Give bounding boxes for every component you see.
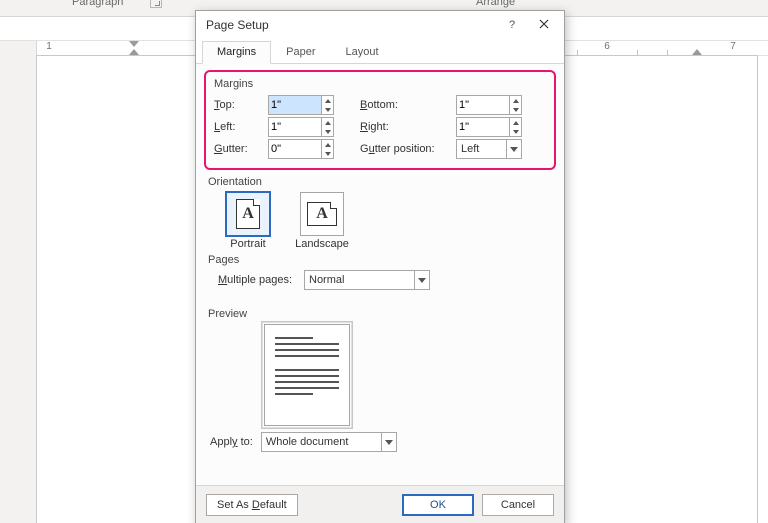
top-margin-label-text: op: <box>220 99 235 111</box>
set-as-default-button[interactable]: Set As Default <box>206 494 298 516</box>
ruler-number: 6 <box>604 41 610 52</box>
bottom-margin-label-text: ottom: <box>367 99 398 111</box>
orientation-landscape-label: Landscape <box>292 238 352 250</box>
page-setup-dialog: Page Setup ? Margins Paper Layout Margin… <box>195 10 565 523</box>
spin-down-icon[interactable] <box>510 105 521 114</box>
ribbon-group-arrange-label: Arrange <box>476 0 515 8</box>
multiple-pages-combo[interactable]: Normal <box>304 270 430 290</box>
apply-to-label: Apply to: <box>210 436 253 448</box>
orientation-portrait-icon: A <box>226 192 270 236</box>
right-margin-spinner[interactable] <box>456 117 522 137</box>
apply-to-label-text: to: <box>238 436 253 448</box>
spin-down-icon[interactable] <box>322 127 333 136</box>
gutter-position-combo[interactable]: Left <box>456 139 522 159</box>
gutter-margin-label-text: utter: <box>223 143 248 155</box>
apply-to-combo[interactable]: Whole document <box>261 432 397 452</box>
dialog-footer: Set As Default OK Cancel <box>196 485 564 523</box>
preview-page-icon <box>264 324 350 426</box>
right-margin-label: Right: <box>360 121 456 133</box>
tab-paper-label: Paper <box>286 46 315 58</box>
top-margin-label: Top: <box>214 99 268 111</box>
help-button[interactable]: ? <box>498 14 526 36</box>
tab-layout-label: Layout <box>345 46 378 58</box>
orientation-portrait-button[interactable]: A Portrait <box>218 192 278 250</box>
left-margin-label-text: eft: <box>220 121 235 133</box>
margins-group: Margins Top: Bottom: Left: <box>214 78 546 160</box>
multiple-pages-label-text: ultiple pages: <box>227 274 292 286</box>
spin-up-icon[interactable] <box>510 96 521 105</box>
ruler-number: 1 <box>46 41 52 52</box>
multiple-pages-label: Multiple pages: <box>218 274 292 286</box>
bottom-margin-input[interactable] <box>457 96 509 114</box>
chevron-down-icon[interactable] <box>414 271 429 289</box>
tab-layout[interactable]: Layout <box>330 41 393 64</box>
spin-up-icon[interactable] <box>322 140 333 149</box>
spin-up-icon[interactable] <box>322 96 333 105</box>
preview-legend: Preview <box>208 308 552 320</box>
top-margin-input[interactable] <box>269 96 321 114</box>
gutter-margin-label: Gutter: <box>214 143 268 155</box>
right-margin-label-text: ight: <box>368 121 389 133</box>
chevron-down-icon[interactable] <box>506 140 521 158</box>
dialog-titlebar[interactable]: Page Setup ? <box>196 11 564 39</box>
cancel-button-label: Cancel <box>501 499 535 511</box>
bottom-margin-label: Bottom: <box>360 99 456 111</box>
margins-highlight-frame: Margins Top: Bottom: Left: <box>204 70 556 170</box>
close-button[interactable] <box>530 14 558 36</box>
cancel-button[interactable]: Cancel <box>482 494 554 516</box>
spin-down-icon[interactable] <box>510 127 521 136</box>
paragraph-dialog-launcher-icon[interactable] <box>150 0 162 8</box>
apply-to-value: Whole document <box>262 436 381 448</box>
help-icon: ? <box>509 19 515 31</box>
gutter-margin-spinner[interactable] <box>268 139 334 159</box>
orientation-portrait-label: Portrait <box>218 238 278 250</box>
spin-up-icon[interactable] <box>510 118 521 127</box>
chevron-down-icon[interactable] <box>381 433 396 451</box>
left-margin-label: Left: <box>214 121 268 133</box>
first-line-indent-marker-icon[interactable] <box>129 41 139 47</box>
set-as-default-label: Set As Default <box>217 499 287 511</box>
ok-button[interactable]: OK <box>402 494 474 516</box>
left-margin-spinner[interactable] <box>268 117 334 137</box>
margins-legend: Margins <box>214 78 253 90</box>
ruler-number: 7 <box>730 41 736 52</box>
pages-legend: Pages <box>208 254 552 266</box>
vertical-ruler-gutter <box>0 55 36 523</box>
gutter-position-label-text: tter position: <box>375 143 435 155</box>
close-icon <box>539 19 549 32</box>
ruler-gutter <box>0 41 37 55</box>
gutter-position-value: Left <box>457 143 506 155</box>
ribbon-group-paragraph-label: Paragraph <box>72 0 123 8</box>
ok-button-label: OK <box>430 499 446 511</box>
right-margin-input[interactable] <box>457 118 509 136</box>
tab-margins-label: Margins <box>217 46 256 58</box>
tab-margins[interactable]: Margins <box>202 41 271 64</box>
dialog-tabstrip: Margins Paper Layout <box>196 39 564 64</box>
spin-up-icon[interactable] <box>322 118 333 127</box>
dialog-title: Page Setup <box>206 18 498 32</box>
multiple-pages-value: Normal <box>305 274 414 286</box>
gutter-margin-input[interactable] <box>269 140 321 158</box>
orientation-legend: Orientation <box>208 176 552 188</box>
bottom-margin-spinner[interactable] <box>456 95 522 115</box>
spin-down-icon[interactable] <box>322 105 333 114</box>
top-margin-spinner[interactable] <box>268 95 334 115</box>
tab-paper[interactable]: Paper <box>271 41 330 64</box>
orientation-landscape-icon: A <box>300 192 344 236</box>
gutter-position-label: Gutter position: <box>360 143 456 155</box>
left-margin-input[interactable] <box>269 118 321 136</box>
orientation-landscape-button[interactable]: A Landscape <box>292 192 352 250</box>
spin-down-icon[interactable] <box>322 149 333 158</box>
